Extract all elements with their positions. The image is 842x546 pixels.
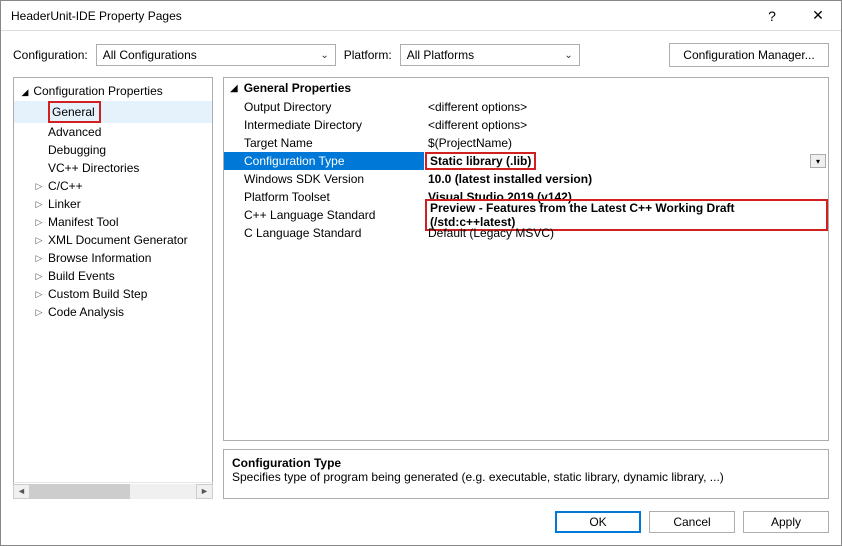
tree-item-label: Advanced <box>48 125 101 139</box>
property-value[interactable]: <different options> <box>424 118 828 132</box>
property-name: Target Name <box>224 136 424 150</box>
dialog-footer: OK Cancel Apply <box>1 499 841 545</box>
property-row[interactable]: C++ Language StandardPreview - Features … <box>224 206 828 224</box>
property-name: Platform Toolset <box>224 190 424 204</box>
property-row[interactable]: C Language Standard Default (Legacy MSVC) <box>224 224 828 242</box>
platform-label: Platform: <box>344 48 392 62</box>
property-value-text: Default (Legacy MSVC) <box>428 226 554 240</box>
property-row[interactable]: Configuration TypeStatic library (.lib) ▾ <box>224 152 828 170</box>
chevron-down-icon: ⌄ <box>564 50 572 61</box>
tree-item-label: Linker <box>48 195 81 213</box>
chevron-down-icon: ⌄ <box>320 50 328 61</box>
titlebar: HeaderUnit-IDE Property Pages ? ✕ <box>1 1 841 31</box>
expand-icon[interactable]: ▷ <box>34 267 44 285</box>
tree-item[interactable]: ▷Custom Build Step <box>14 285 212 303</box>
expand-icon[interactable]: ▷ <box>34 249 44 267</box>
property-pages-window: HeaderUnit-IDE Property Pages ? ✕ Config… <box>0 0 842 546</box>
property-value-text: $(ProjectName) <box>428 136 512 150</box>
tree-hscrollbar[interactable]: ◄ ► <box>13 482 213 499</box>
property-name: C Language Standard <box>224 226 424 240</box>
expand-icon[interactable]: ▷ <box>34 303 44 321</box>
property-row[interactable]: Intermediate Directory <different options… <box>224 116 828 134</box>
tree-item-label: Code Analysis <box>48 303 124 321</box>
tree-item[interactable]: ▷Browse Information <box>14 249 212 267</box>
tree-root[interactable]: ◢ Configuration Properties <box>14 82 212 101</box>
scroll-thumb[interactable] <box>30 484 130 499</box>
property-value[interactable]: Static library (.lib) ▾ <box>424 152 828 170</box>
dropdown-icon[interactable]: ▾ <box>810 154 826 168</box>
tree-item-label: VC++ Directories <box>48 161 139 175</box>
description-title: Configuration Type <box>232 456 341 470</box>
tree-item[interactable]: ▷Manifest Tool <box>14 213 212 231</box>
tree-item[interactable]: ▷Code Analysis <box>14 303 212 321</box>
configuration-value: All Configurations <box>103 48 197 62</box>
property-row[interactable]: Windows SDK Version 10.0 (latest installe… <box>224 170 828 188</box>
property-name: Configuration Type <box>224 154 424 168</box>
property-value-text: 10.0 (latest installed version) <box>428 172 592 186</box>
property-value[interactable]: Default (Legacy MSVC) <box>424 226 828 240</box>
scroll-left-icon[interactable]: ◄ <box>13 484 30 499</box>
tree-item[interactable]: ▷Linker <box>14 195 212 213</box>
property-value[interactable]: $(ProjectName) <box>424 136 828 150</box>
property-name: Output Directory <box>224 100 424 114</box>
tree-item-label: XML Document Generator <box>48 231 188 249</box>
tree-item-label: C/C++ <box>48 177 83 195</box>
tree-item-label: General <box>48 101 101 123</box>
grid-group-title: General Properties <box>244 81 351 95</box>
close-button[interactable]: ✕ <box>795 1 841 31</box>
tree-item[interactable]: Debugging <box>14 141 212 159</box>
property-value[interactable]: 10.0 (latest installed version) <box>424 172 828 186</box>
expand-icon[interactable]: ▷ <box>34 213 44 231</box>
tree-item-label: Browse Information <box>48 249 151 267</box>
ok-button[interactable]: OK <box>555 511 641 533</box>
property-name: Intermediate Directory <box>224 118 424 132</box>
property-name: Windows SDK Version <box>224 172 424 186</box>
property-value-text: <different options> <box>428 118 527 132</box>
platform-combobox[interactable]: All Platforms ⌄ <box>400 44 580 66</box>
property-row[interactable]: Output Directory <different options> <box>224 98 828 116</box>
expand-icon[interactable]: ▷ <box>34 177 44 195</box>
tree-item[interactable]: ▷Build Events <box>14 267 212 285</box>
tree-item[interactable]: Advanced <box>14 123 212 141</box>
config-row: Configuration: All Configurations ⌄ Plat… <box>1 31 841 73</box>
tree-root-label: Configuration Properties <box>33 84 162 98</box>
grid-group-header[interactable]: ◢ General Properties <box>224 78 828 98</box>
tree-item-label: Manifest Tool <box>48 213 118 231</box>
expand-icon[interactable]: ▷ <box>34 231 44 249</box>
property-name: C++ Language Standard <box>224 208 424 222</box>
description-text: Specifies type of program being generate… <box>232 470 820 484</box>
collapse-icon[interactable]: ◢ <box>230 83 238 94</box>
property-value-text: Static library (.lib) <box>425 152 536 170</box>
nav-tree[interactable]: ◢ Configuration Properties General Advanc… <box>13 77 213 499</box>
configuration-manager-button[interactable]: Configuration Manager... <box>669 43 829 67</box>
tree-item[interactable]: General <box>14 101 212 123</box>
tree-item[interactable]: ▷C/C++ <box>14 177 212 195</box>
help-button[interactable]: ? <box>749 1 795 31</box>
window-title: HeaderUnit-IDE Property Pages <box>11 9 749 23</box>
cancel-button[interactable]: Cancel <box>649 511 735 533</box>
tree-item-label: Debugging <box>48 143 106 157</box>
expand-icon[interactable]: ▷ <box>34 285 44 303</box>
description-pane: Configuration Type Specifies type of pro… <box>223 449 829 499</box>
property-value[interactable]: <different options> <box>424 100 828 114</box>
property-value-text: <different options> <box>428 100 527 114</box>
scroll-track[interactable] <box>30 484 196 499</box>
configuration-combobox[interactable]: All Configurations ⌄ <box>96 44 336 66</box>
collapse-icon[interactable]: ◢ <box>20 83 30 101</box>
expand-icon[interactable]: ▷ <box>34 195 44 213</box>
property-grid: ◢ General Properties Output Directory <di… <box>223 77 829 441</box>
scroll-right-icon[interactable]: ► <box>196 484 213 499</box>
tree-item[interactable]: ▷XML Document Generator <box>14 231 212 249</box>
apply-button[interactable]: Apply <box>743 511 829 533</box>
tree-item[interactable]: VC++ Directories <box>14 159 212 177</box>
configuration-label: Configuration: <box>13 48 88 62</box>
tree-item-label: Build Events <box>48 267 115 285</box>
property-row[interactable]: Target Name $(ProjectName) <box>224 134 828 152</box>
platform-value: All Platforms <box>407 48 474 62</box>
tree-item-label: Custom Build Step <box>48 285 147 303</box>
